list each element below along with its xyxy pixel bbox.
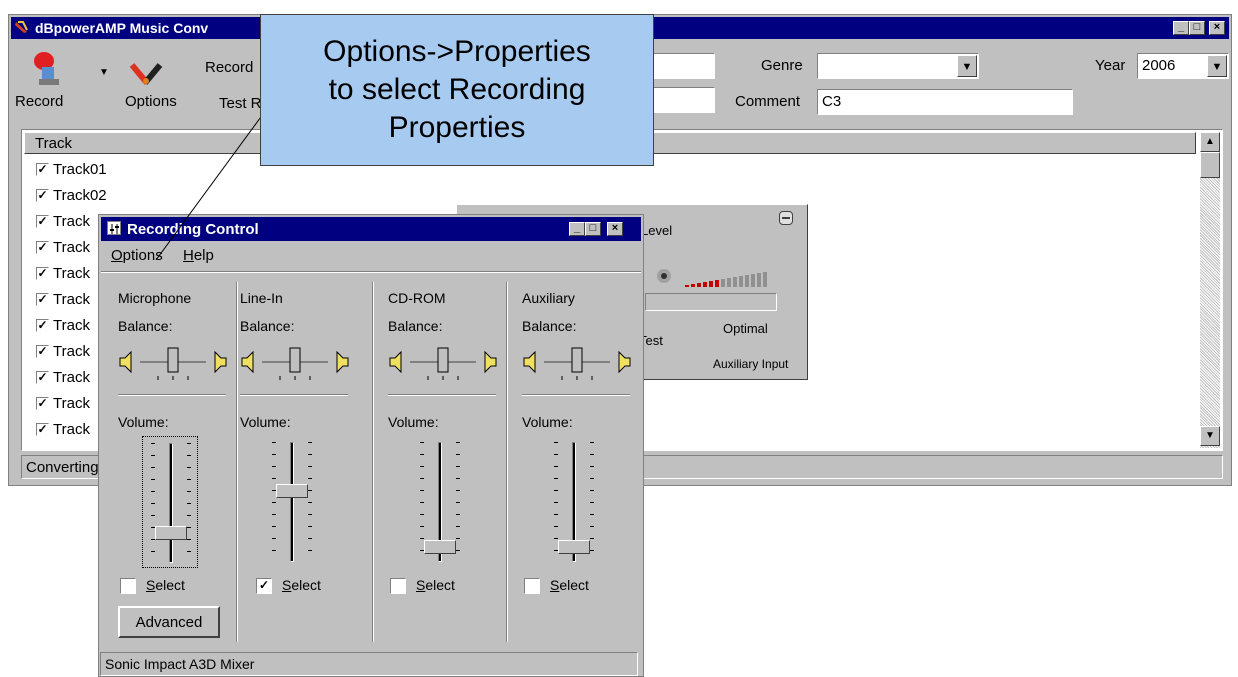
callout-line-2: to select Recording: [328, 73, 586, 106]
callout-line-1: Options->Properties: [323, 35, 591, 68]
callout-box: Options->Properties to select Recording …: [260, 14, 654, 166]
callout-line-3: Properties: [388, 111, 526, 144]
